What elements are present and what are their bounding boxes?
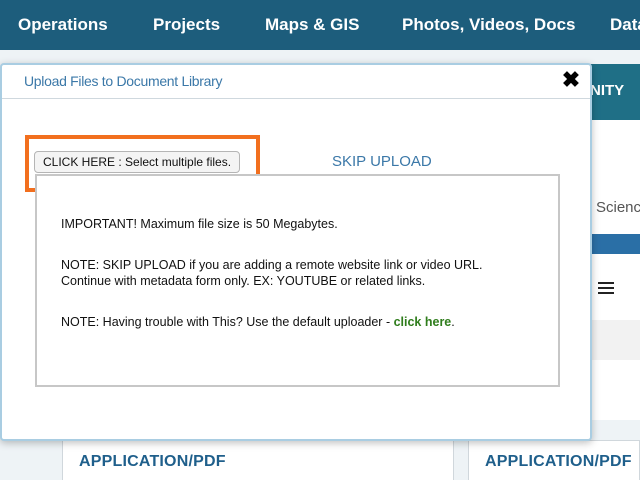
skip-upload-note-line2: Continue with metadata form only. EX: YO… — [61, 274, 426, 288]
upload-dialog: Upload Files to Document Library ✖ CLICK… — [0, 63, 592, 441]
skip-upload-note-line1: NOTE: SKIP UPLOAD if you are adding a re… — [61, 258, 483, 272]
skip-upload-link[interactable]: SKIP UPLOAD — [332, 153, 432, 170]
dialog-header: Upload Files to Document Library ✖ — [2, 65, 590, 99]
nav-item-photos-videos-docs[interactable]: Photos, Videos, Docs — [402, 0, 576, 50]
document-type-label: APPLICATION/PDF — [79, 453, 226, 470]
side-panel — [590, 120, 640, 420]
grey-panel — [590, 320, 640, 360]
trouble-note: NOTE: Having trouble with This? Use the … — [61, 314, 455, 330]
blue-strip — [590, 234, 640, 254]
max-size-notice: IMPORTANT! Maximum file size is 50 Megab… — [61, 217, 338, 231]
document-card-2[interactable]: APPLICATION/PDF — [468, 440, 640, 480]
select-files-button[interactable]: CLICK HERE : Select multiple files. — [34, 151, 241, 173]
list-view-icon[interactable] — [598, 282, 614, 296]
default-uploader-link[interactable]: click here — [394, 315, 452, 329]
trouble-note-suffix: . — [451, 315, 455, 329]
community-tab[interactable]: NITY — [590, 64, 640, 120]
nav-item-operations[interactable]: Operations — [18, 0, 108, 50]
document-card-1[interactable]: APPLICATION/PDF — [62, 440, 454, 480]
nav-item-data[interactable]: Data — [610, 0, 640, 50]
nav-item-projects[interactable]: Projects — [153, 0, 220, 50]
nav-item-maps-gis[interactable]: Maps & GIS — [265, 0, 359, 50]
document-type-label: APPLICATION/PDF — [485, 453, 632, 470]
dialog-title: Upload Files to Document Library — [24, 73, 223, 89]
close-icon[interactable]: ✖ — [560, 68, 582, 92]
upload-info-box: IMPORTANT! Maximum file size is 50 Megab… — [35, 174, 560, 387]
trouble-note-text: NOTE: Having trouble with This? Use the … — [61, 315, 394, 329]
top-nav-bar: Operations Projects Maps & GIS Photos, V… — [0, 0, 640, 50]
community-tab-label: NITY — [590, 82, 625, 99]
science-link[interactable]: Scienc — [596, 199, 640, 216]
